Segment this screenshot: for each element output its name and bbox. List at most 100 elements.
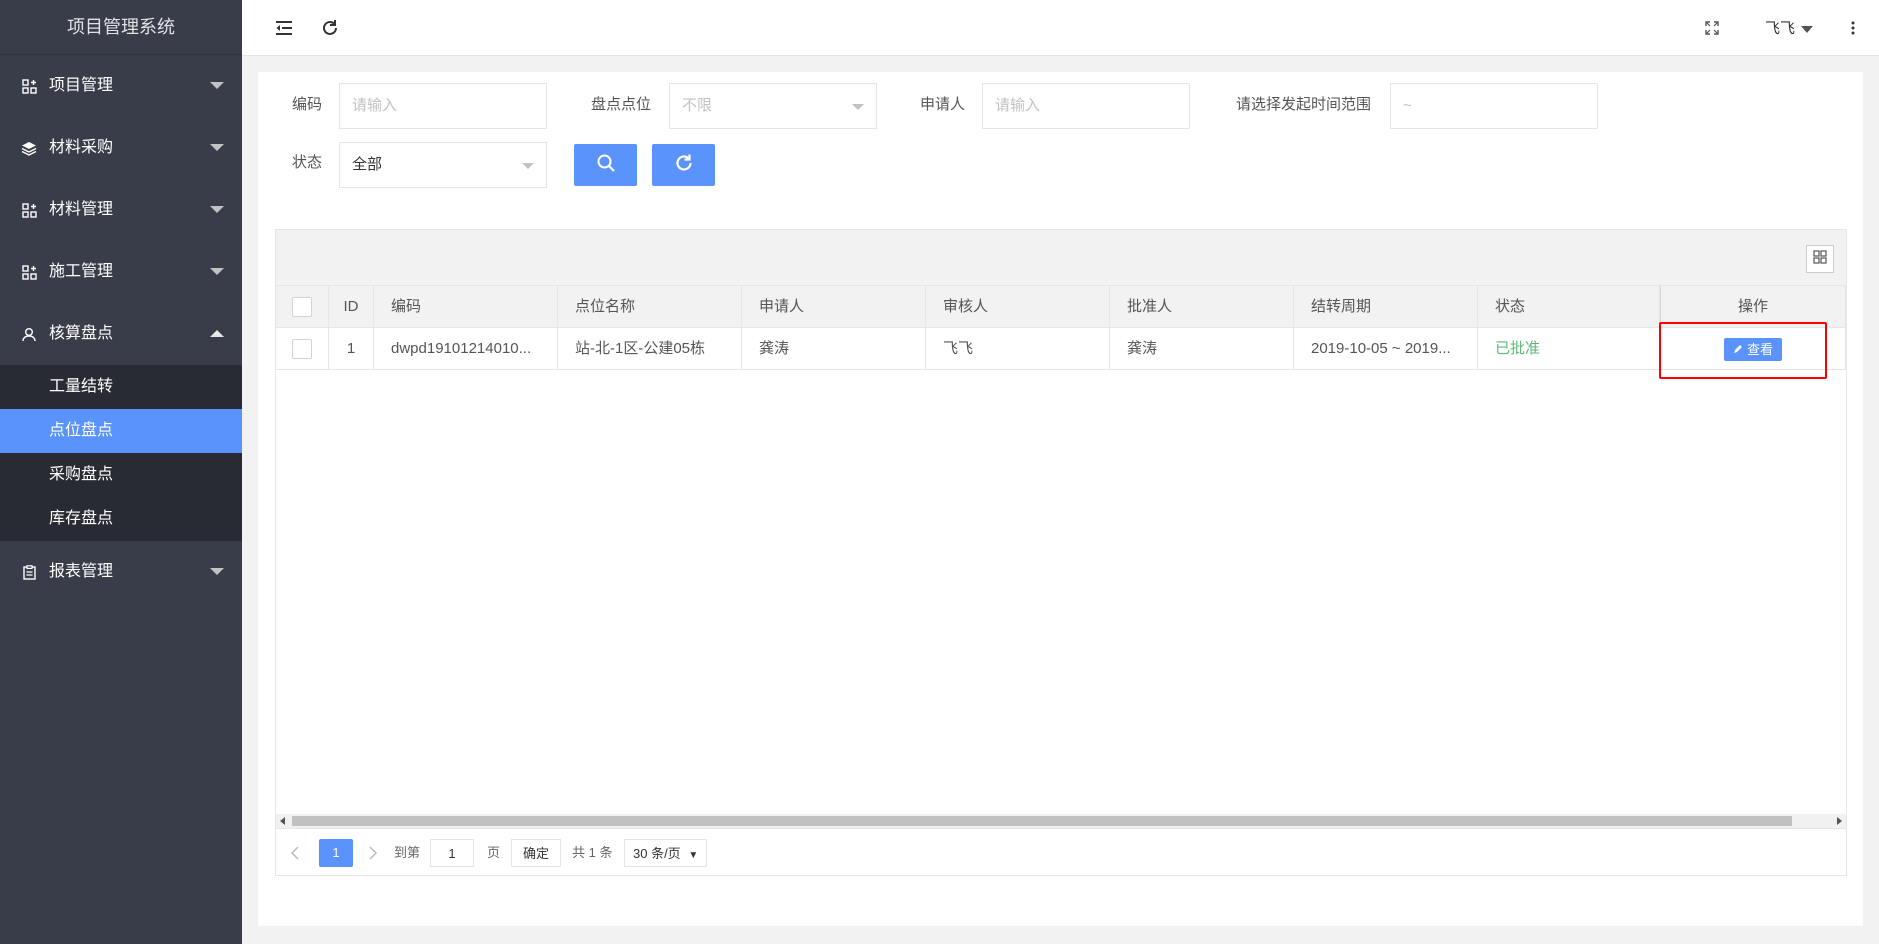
- sidebar-subitem-workload[interactable]: 工量结转: [0, 365, 242, 409]
- goto-page-input[interactable]: 1: [430, 839, 474, 867]
- chevron-down-icon: [852, 104, 864, 110]
- clipboard-icon: [20, 541, 38, 603]
- location-select[interactable]: 不限: [669, 83, 877, 129]
- sidebar-item-material[interactable]: 材料管理: [0, 179, 242, 241]
- chevron-down-icon: [210, 82, 224, 89]
- sidebar-item-construction[interactable]: 施工管理: [0, 241, 242, 303]
- search-icon: [596, 153, 616, 177]
- applicant-input[interactable]: 请输入: [982, 83, 1190, 129]
- status-label: 状态: [292, 154, 323, 171]
- refresh-icon[interactable]: [318, 16, 342, 40]
- chevron-up-icon: [210, 330, 224, 337]
- header-applicant[interactable]: 申请人: [742, 286, 926, 327]
- code-input[interactable]: 请输入: [339, 83, 547, 129]
- scroll-right-icon[interactable]: [1837, 817, 1842, 825]
- page-unit-label: 页: [487, 845, 501, 860]
- sidebar-item-label: 报表管理: [49, 563, 114, 580]
- total-count: 共 1 条: [572, 845, 613, 860]
- header-reviewer[interactable]: 审核人: [926, 286, 1110, 327]
- goto-label: 到第: [394, 845, 421, 860]
- cell-approver: 龚涛: [1110, 328, 1294, 369]
- chevron-down-icon: [210, 206, 224, 213]
- header-approver[interactable]: 批准人: [1110, 286, 1294, 327]
- goto-confirm-button[interactable]: 确定: [511, 839, 562, 867]
- date-range-input[interactable]: ~: [1390, 83, 1598, 129]
- table-toolbar: [276, 230, 1846, 286]
- code-label: 编码: [292, 96, 323, 113]
- caret-down-icon: [1801, 25, 1813, 33]
- header-checkbox-cell: [276, 286, 329, 327]
- sidebar-subitem-purchase-inventory[interactable]: 采购盘点: [0, 453, 242, 497]
- cell-reviewer: 飞飞: [926, 328, 1110, 369]
- scrollbar-thumb[interactable]: [292, 816, 1792, 826]
- sidebar-item-label: 材料采购: [49, 139, 114, 156]
- page-current[interactable]: 1: [319, 839, 353, 867]
- cell-status: 已批准: [1478, 328, 1660, 369]
- top-header: 飞飞: [242, 0, 1879, 56]
- more-vertical-icon[interactable]: [1841, 16, 1865, 40]
- grid-plus-icon: [20, 55, 38, 117]
- sidebar-item-label: 核算盘点: [49, 325, 114, 342]
- data-table: ID 编码 点位名称 申请人 审核人 批准人 结转周期 状态 操作 1 dwpd…: [275, 229, 1847, 876]
- sidebar-item-project[interactable]: 项目管理: [0, 55, 242, 117]
- layers-icon: [20, 117, 38, 179]
- grid-plus-icon: [20, 179, 38, 241]
- sidebar-item-report[interactable]: 报表管理: [0, 541, 242, 603]
- status-select[interactable]: 全部: [339, 142, 547, 188]
- user-name: 飞飞: [1764, 20, 1795, 37]
- sidebar-item-label: 材料管理: [49, 201, 114, 218]
- page-size-value: 30 条/页: [633, 846, 681, 861]
- sidebar-subitem-stock-inventory[interactable]: 库存盘点: [0, 497, 242, 541]
- fullscreen-icon[interactable]: [1700, 16, 1724, 40]
- next-page-icon[interactable]: [368, 839, 378, 867]
- cell-period: 2019-10-05 ~ 2019...: [1294, 328, 1478, 369]
- header-period[interactable]: 结转周期: [1294, 286, 1478, 327]
- cell-code: dwpd19101214010...: [374, 328, 558, 369]
- reset-button[interactable]: [652, 144, 715, 186]
- sidebar-item-accounting[interactable]: 核算盘点: [0, 303, 242, 365]
- menu-fold-icon[interactable]: [272, 16, 296, 40]
- sidebar-subitem-location-inventory[interactable]: 点位盘点: [0, 409, 242, 453]
- cell-id: 1: [329, 328, 374, 369]
- status-select-value: 全部: [352, 156, 383, 173]
- row-checkbox[interactable]: [292, 339, 312, 359]
- cell-applicant: 龚涛: [742, 328, 926, 369]
- caret-down-icon: ▼: [688, 850, 699, 861]
- date-range-label: 请选择发起时间范围: [1236, 96, 1372, 113]
- header-id[interactable]: ID: [329, 286, 374, 327]
- table-header: ID 编码 点位名称 申请人 审核人 批准人 结转周期 状态 操作: [276, 286, 1846, 328]
- highlight-box: [1659, 322, 1827, 379]
- header-location[interactable]: 点位名称: [558, 286, 742, 327]
- grid-plus-icon: [20, 241, 38, 303]
- header-action: 操作: [1660, 286, 1846, 327]
- page-size-select[interactable]: 30 条/页 ▼: [624, 839, 708, 867]
- column-filter-button[interactable]: [1806, 245, 1834, 273]
- prev-page-icon[interactable]: [290, 839, 300, 867]
- scroll-left-icon[interactable]: [280, 817, 285, 825]
- sidebar-item-purchase[interactable]: 材料采购: [0, 117, 242, 179]
- header-code[interactable]: 编码: [374, 286, 558, 327]
- chevron-down-icon: [210, 568, 224, 575]
- header-status[interactable]: 状态: [1478, 286, 1660, 327]
- horizontal-scrollbar[interactable]: [276, 814, 1846, 828]
- location-select-value: 不限: [682, 97, 713, 114]
- applicant-label: 申请人: [920, 96, 966, 113]
- user-menu[interactable]: 飞飞: [1765, 17, 1813, 38]
- sidebar-item-label: 项目管理: [49, 77, 114, 94]
- chevron-down-icon: [522, 163, 534, 169]
- sidebar-item-label: 施工管理: [49, 263, 114, 280]
- table-row: 1 dwpd19101214010... 站-北-1区-公建05栋 龚涛 飞飞 …: [276, 328, 1846, 370]
- select-all-checkbox[interactable]: [292, 297, 312, 317]
- row-checkbox-cell: [276, 328, 329, 369]
- cell-location: 站-北-1区-公建05栋: [558, 328, 742, 369]
- pagination: 1 到第 1 页 确定 共 1 条 30 条/页 ▼: [276, 828, 1846, 875]
- sidebar: 项目管理系统 项目管理 材料采购 材料管理 施工管理 核算盘点 工量结转 点位盘…: [0, 0, 242, 944]
- refresh-icon: [674, 153, 694, 177]
- main-card: 编码 请输入 盘点点位 不限 申请人 请输入 请选择发起时间范围 ~ 状态 全部: [258, 72, 1863, 926]
- app-title: 项目管理系统: [0, 0, 242, 55]
- columns-grid-icon: [1813, 250, 1827, 268]
- search-button[interactable]: [574, 144, 637, 186]
- user-icon: [20, 303, 38, 365]
- submenu-accounting: 工量结转 点位盘点 采购盘点 库存盘点: [0, 365, 242, 541]
- chevron-down-icon: [210, 268, 224, 275]
